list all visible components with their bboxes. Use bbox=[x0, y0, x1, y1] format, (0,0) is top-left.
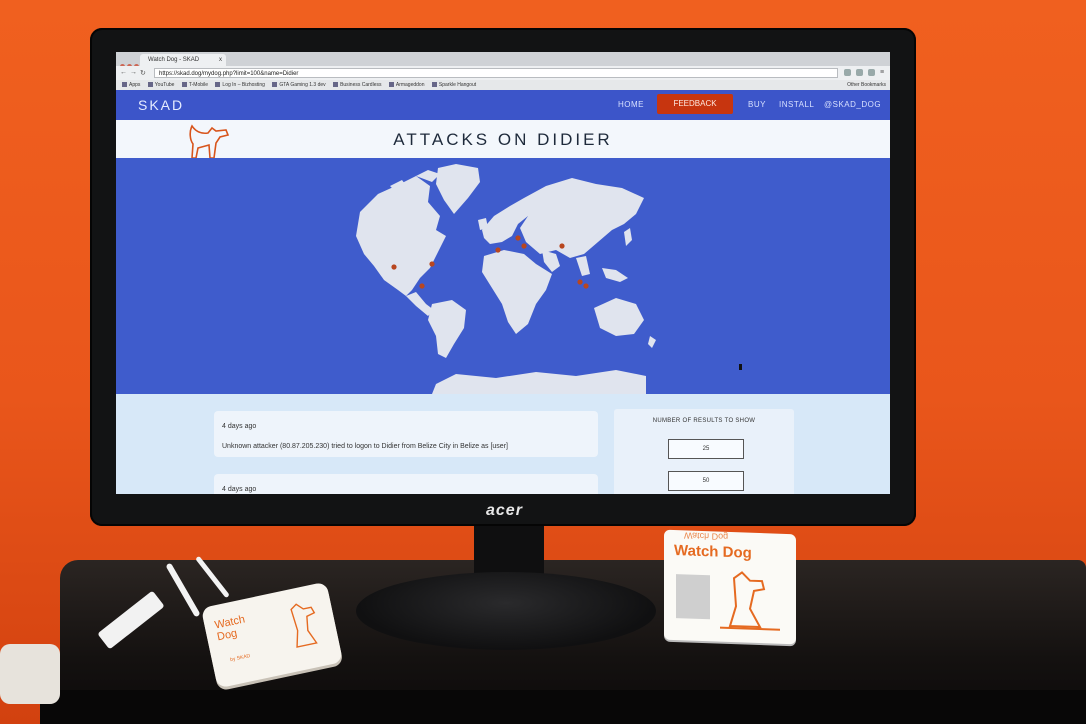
bookmark-item[interactable]: T-Mobile bbox=[181, 80, 208, 90]
feedback-button[interactable]: FEEDBACK bbox=[657, 94, 733, 114]
attack-feed: 4 days ago Unknown attacker (80.87.205.2… bbox=[116, 394, 890, 494]
bookmark-icon bbox=[122, 82, 127, 88]
results-option-50[interactable]: 50 bbox=[668, 471, 744, 491]
results-option-25[interactable]: 25 bbox=[668, 439, 744, 459]
attack-marker bbox=[429, 261, 435, 267]
nav-install[interactable]: INSTALL bbox=[779, 100, 814, 109]
attack-marker bbox=[521, 243, 527, 249]
bookmark-item[interactable]: Log In – Bizhosting bbox=[215, 80, 265, 90]
tab-title: Watch Dog - SKAD bbox=[148, 57, 200, 63]
bookmark-icon bbox=[431, 82, 437, 88]
box-label: Watch Dog bbox=[674, 542, 752, 562]
monitor-brand: acer bbox=[486, 502, 523, 519]
results-panel: NUMBER OF RESULTS TO SHOW 25 50 bbox=[614, 409, 794, 494]
watch-dog-box: Watch Dog Watch Dog bbox=[664, 529, 796, 645]
reload-icon[interactable]: ↻ bbox=[140, 69, 146, 77]
bookmark-icon bbox=[388, 82, 394, 88]
menu-icon[interactable]: ≡ bbox=[880, 69, 884, 76]
bookmark-icon bbox=[333, 82, 339, 88]
power-plug bbox=[0, 644, 60, 704]
site-nav: SKAD HOME FEEDBACK BUY INSTALL @SKAD_DOG bbox=[116, 90, 890, 120]
bookmark-icon bbox=[215, 82, 221, 88]
page-title: ATTACKS ON DIDIER bbox=[393, 130, 613, 149]
bookmarks-bar: Apps YouTube T-Mobile Log In – Bizhostin… bbox=[116, 80, 890, 90]
attack-time: 4 days ago bbox=[222, 423, 257, 430]
site-logo[interactable]: SKAD bbox=[138, 97, 184, 113]
world-map[interactable] bbox=[116, 158, 890, 394]
bookmark-item[interactable]: Armageddon bbox=[388, 80, 425, 90]
address-bar-row: ← → ↻ https://skad.dog/mydog.php?limit=1… bbox=[116, 66, 890, 80]
device-brand: by SKAD bbox=[229, 653, 251, 664]
bookmark-item[interactable]: GTA Gaming 1.3 dev bbox=[272, 80, 326, 90]
bookmark-icon bbox=[181, 82, 187, 88]
bookmark-item[interactable]: Sparkle Hangout bbox=[431, 80, 476, 90]
screen: Watch Dog - SKAD x ← → ↻ https://skad.do… bbox=[116, 52, 890, 494]
browser-tab[interactable]: Watch Dog - SKAD x bbox=[140, 54, 226, 66]
bookmark-icon bbox=[272, 82, 278, 88]
url-input[interactable]: https://skad.dog/mydog.php?limit=100&nam… bbox=[154, 68, 838, 78]
world-map-graphic bbox=[356, 164, 656, 394]
title-bar: ATTACKS ON DIDIER bbox=[116, 120, 890, 159]
extension-icon[interactable] bbox=[844, 69, 851, 76]
attack-marker bbox=[583, 283, 589, 289]
nav-buy[interactable]: BUY bbox=[748, 100, 766, 109]
bookmark-item[interactable]: Business Cardless bbox=[333, 80, 381, 90]
extension-icon[interactable] bbox=[856, 69, 863, 76]
nav-home[interactable]: HOME bbox=[618, 100, 644, 109]
attack-time: 4 days ago bbox=[222, 486, 257, 493]
bookmark-item[interactable]: Apps bbox=[122, 80, 140, 90]
attack-marker bbox=[419, 283, 425, 289]
attack-message: Unknown attacker (80.87.205.230) tried t… bbox=[222, 443, 508, 450]
attack-marker bbox=[577, 279, 583, 285]
dog-icon bbox=[290, 603, 318, 648]
desk-edge bbox=[40, 690, 1086, 724]
results-panel-title: NUMBER OF RESULTS TO SHOW bbox=[652, 418, 756, 424]
attack-entry[interactable]: 4 days ago bbox=[214, 474, 598, 494]
dog-icon bbox=[720, 571, 780, 631]
attack-entry[interactable]: 4 days ago Unknown attacker (80.87.205.2… bbox=[214, 411, 598, 457]
house-icon bbox=[676, 574, 710, 620]
attack-marker bbox=[559, 243, 565, 249]
forward-icon[interactable]: → bbox=[130, 69, 137, 76]
attack-marker bbox=[391, 264, 397, 270]
monitor-base bbox=[356, 572, 656, 650]
other-bookmarks[interactable]: Other Bookmarks bbox=[847, 80, 886, 90]
browser-tab-bar: Watch Dog - SKAD x bbox=[116, 52, 890, 69]
box-top-label: Watch Dog bbox=[684, 530, 729, 542]
device-label: Watch Dog bbox=[213, 613, 247, 644]
close-icon[interactable]: x bbox=[219, 54, 222, 66]
mouse-cursor bbox=[739, 364, 742, 370]
nav-twitter-handle[interactable]: @SKAD_DOG bbox=[824, 100, 881, 109]
attack-marker bbox=[495, 247, 501, 253]
back-icon[interactable]: ← bbox=[120, 69, 127, 76]
bookmark-icon bbox=[147, 82, 153, 88]
attack-marker bbox=[515, 235, 521, 241]
bookmark-item[interactable]: YouTube bbox=[147, 80, 174, 90]
extension-icon[interactable] bbox=[868, 69, 875, 76]
